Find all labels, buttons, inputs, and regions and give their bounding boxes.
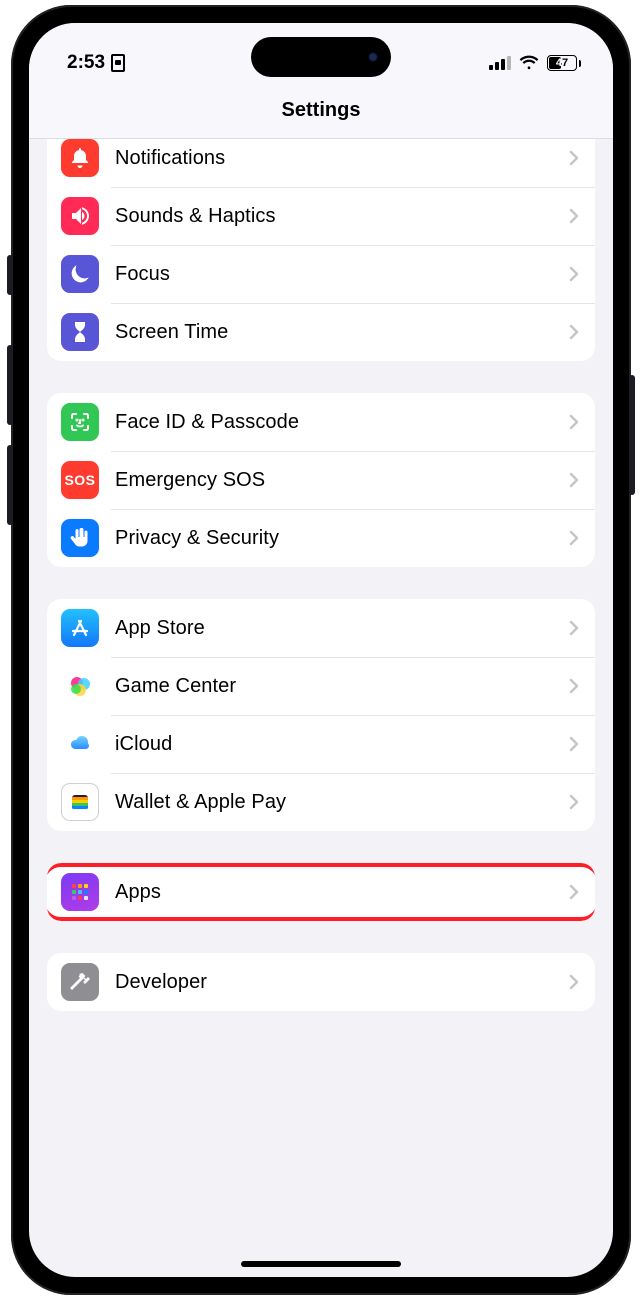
row-label: Wallet & Apple Pay [115, 791, 569, 814]
hand-icon [61, 519, 99, 557]
page-title-label: Settings [282, 99, 361, 122]
chevron-right-icon [569, 414, 579, 430]
row-label: Emergency SOS [115, 469, 569, 492]
chevron-right-icon [569, 620, 579, 636]
volume-down-button [7, 445, 13, 525]
settings-row-developer[interactable]: Developer [47, 953, 595, 1011]
settings-group-security: Face ID & Passcode SOS Emergency SOS Pri… [47, 393, 595, 567]
chevron-right-icon [569, 678, 579, 694]
chevron-right-icon [569, 736, 579, 752]
settings-row-appstore[interactable]: App Store [47, 599, 595, 657]
appstore-icon [61, 609, 99, 647]
page-title: Settings [29, 83, 613, 139]
row-label: Apps [115, 881, 569, 904]
home-indicator[interactable] [241, 1261, 401, 1267]
chevron-right-icon [569, 266, 579, 282]
power-button [629, 375, 635, 495]
settings-row-apps[interactable]: Apps [47, 863, 595, 921]
settings-row-wallet[interactable]: Wallet & Apple Pay [47, 773, 595, 831]
sos-icon: SOS [61, 461, 99, 499]
side-button [7, 255, 13, 295]
settings-row-focus[interactable]: Focus [47, 245, 595, 303]
row-label: Game Center [115, 675, 569, 698]
status-left: 2:53 [67, 52, 125, 74]
speaker-icon [61, 197, 99, 235]
chevron-right-icon [569, 150, 579, 166]
row-label: App Store [115, 617, 569, 640]
settings-group-general: Notifications Sounds & Haptics Focus [47, 139, 595, 361]
row-label: iCloud [115, 733, 569, 756]
cellular-signal-icon [489, 56, 511, 70]
screen: 2:53 47 Settin [29, 23, 613, 1277]
gamecenter-icon [61, 667, 99, 705]
settings-group-services: App Store Game Center iCloud [47, 599, 595, 831]
row-label: Notifications [115, 147, 569, 170]
settings-row-notifications[interactable]: Notifications [47, 139, 595, 187]
chevron-right-icon [569, 208, 579, 224]
settings-row-gamecenter[interactable]: Game Center [47, 657, 595, 715]
moon-icon [61, 255, 99, 293]
row-label: Developer [115, 971, 569, 994]
sos-text: SOS [64, 472, 95, 488]
row-label: Privacy & Security [115, 527, 569, 550]
hammer-icon [61, 963, 99, 1001]
status-time: 2:53 [67, 52, 105, 74]
status-right: 47 [489, 53, 581, 73]
volume-up-button [7, 345, 13, 425]
row-label: Face ID & Passcode [115, 411, 569, 434]
chevron-right-icon [569, 472, 579, 488]
battery-indicator: 47 [547, 55, 581, 71]
phone-frame: 2:53 47 Settin [11, 5, 631, 1295]
settings-row-emergency-sos[interactable]: SOS Emergency SOS [47, 451, 595, 509]
settings-row-icloud[interactable]: iCloud [47, 715, 595, 773]
wifi-icon [519, 53, 539, 73]
apps-grid-icon [61, 873, 99, 911]
settings-list[interactable]: Notifications Sounds & Haptics Focus [29, 139, 613, 1277]
chevron-right-icon [569, 884, 579, 900]
faceid-icon [61, 403, 99, 441]
settings-row-faceid[interactable]: Face ID & Passcode [47, 393, 595, 451]
hourglass-icon [61, 313, 99, 351]
settings-group-developer: Developer [47, 953, 595, 1011]
row-label: Focus [115, 263, 569, 286]
wallet-icon [61, 783, 99, 821]
chevron-right-icon [569, 794, 579, 810]
settings-row-sounds[interactable]: Sounds & Haptics [47, 187, 595, 245]
orientation-lock-icon [111, 54, 125, 72]
chevron-right-icon [569, 974, 579, 990]
bell-icon [61, 139, 99, 177]
row-label: Screen Time [115, 321, 569, 344]
chevron-right-icon [569, 324, 579, 340]
settings-row-privacy[interactable]: Privacy & Security [47, 509, 595, 567]
icloud-icon [61, 725, 99, 763]
chevron-right-icon [569, 530, 579, 546]
battery-percent: 47 [548, 57, 576, 69]
settings-row-screentime[interactable]: Screen Time [47, 303, 595, 361]
row-label: Sounds & Haptics [115, 205, 569, 228]
settings-group-apps: Apps [47, 863, 595, 921]
dynamic-island [251, 37, 391, 77]
